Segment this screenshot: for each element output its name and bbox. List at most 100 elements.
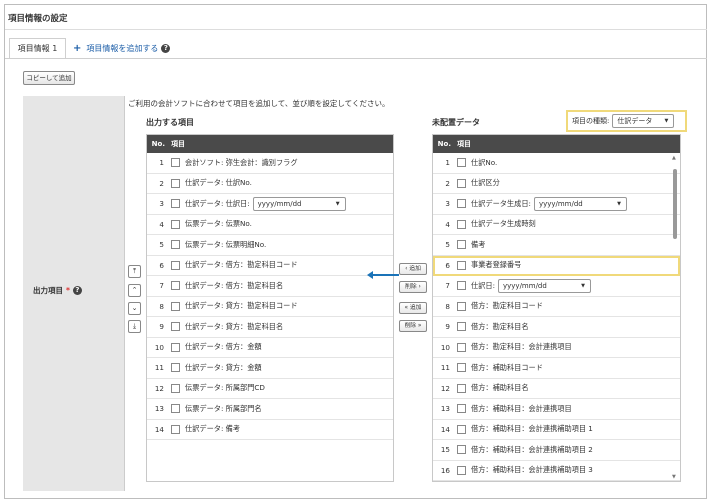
help-icon[interactable]: ? bbox=[72, 286, 82, 295]
tab-divider bbox=[5, 58, 707, 59]
move-down-button[interactable]: ⌄ bbox=[128, 302, 141, 315]
list-item[interactable]: 13 借方：補助科目：会計連携項目 bbox=[433, 399, 680, 420]
row-checkbox[interactable] bbox=[171, 424, 180, 434]
list-item[interactable]: 16 借方：補助科目：会計連携補助項目 3 bbox=[433, 461, 680, 481]
output-items-label: 出力項目 * ? bbox=[33, 285, 82, 296]
output-items-title: 出力する項目 bbox=[146, 118, 194, 127]
remove-all-button[interactable]: 削除 » bbox=[399, 320, 427, 332]
row-label: 借方：補助科目：会計連携補助項目 1 bbox=[471, 424, 593, 434]
list-item[interactable]: 7 仕訳日: yyyy/mm/dd ▼ bbox=[433, 276, 680, 297]
list-item[interactable]: 5 備考 bbox=[433, 235, 680, 256]
row-checkbox[interactable] bbox=[457, 260, 466, 270]
row-checkbox[interactable] bbox=[171, 178, 180, 188]
list-item[interactable]: 10 借方：勘定科目：会計連携項目 bbox=[433, 338, 680, 358]
date-format-select[interactable]: yyyy/mm/dd ▼ bbox=[533, 196, 627, 211]
row-checkbox[interactable] bbox=[171, 363, 180, 373]
row-checkbox[interactable] bbox=[457, 219, 466, 229]
row-checkbox[interactable] bbox=[171, 281, 180, 291]
move-to-bottom-button[interactable]: ⤓ bbox=[128, 320, 141, 333]
item-type-select[interactable]: 仕訳データ ▼ bbox=[612, 114, 675, 128]
list-item[interactable]: 1 仕訳No. bbox=[433, 153, 680, 174]
list-item[interactable]: 6 事業者登録番号 bbox=[433, 255, 680, 276]
row-number: 11 bbox=[154, 363, 164, 373]
remove-button[interactable]: 削除 › bbox=[399, 281, 427, 293]
row-checkbox[interactable] bbox=[171, 342, 180, 352]
row-checkbox[interactable] bbox=[171, 383, 180, 393]
copy-and-add-button[interactable]: コピーして追加 bbox=[23, 71, 75, 85]
help-icon[interactable]: ? bbox=[161, 44, 171, 53]
row-label: 伝票データ: 所属部門名 bbox=[185, 403, 262, 413]
list-item[interactable]: 9 仕訳データ: 貸方：勘定科目名 bbox=[147, 317, 393, 338]
row-number: 7 bbox=[445, 281, 450, 291]
add-button[interactable]: ‹ 追加 bbox=[399, 263, 427, 275]
row-checkbox[interactable] bbox=[457, 158, 466, 168]
unplaced-list-header: No. 項目 bbox=[433, 135, 680, 153]
row-checkbox[interactable] bbox=[171, 219, 180, 229]
row-checkbox[interactable] bbox=[171, 404, 180, 414]
row-checkbox[interactable] bbox=[457, 240, 466, 250]
add-item-info-tab[interactable]: + 項目情報を追加する ? bbox=[73, 43, 171, 54]
row-number: 9 bbox=[159, 322, 164, 332]
list-item[interactable]: 4 伝票データ: 伝票No. bbox=[147, 215, 393, 235]
list-item[interactable]: 6 仕訳データ: 借方：勘定科目コード bbox=[147, 256, 393, 276]
list-item[interactable]: 14 借方：補助科目：会計連携補助項目 1 bbox=[433, 420, 680, 440]
row-checkbox[interactable] bbox=[171, 199, 180, 209]
list-item[interactable]: 7 仕訳データ: 借方：勘定科目名 bbox=[147, 276, 393, 297]
row-checkbox[interactable] bbox=[457, 465, 466, 475]
row-checkbox[interactable] bbox=[457, 363, 466, 373]
list-item[interactable]: 3 仕訳データ: 仕訳日: yyyy/mm/dd ▼ bbox=[147, 194, 393, 215]
list-item[interactable]: 8 借方：勘定科目コード bbox=[433, 297, 680, 317]
row-number: 13 bbox=[154, 404, 164, 414]
row-label: 仕訳データ生成時刻 bbox=[471, 219, 536, 229]
row-label: 仕訳No. bbox=[471, 157, 498, 167]
row-checkbox[interactable] bbox=[171, 322, 180, 332]
row-label: 会計ソフト: 弥生会計：識別フラグ bbox=[185, 157, 298, 167]
row-number: 11 bbox=[440, 363, 450, 373]
row-checkbox[interactable] bbox=[457, 424, 466, 434]
row-checkbox[interactable] bbox=[171, 158, 180, 168]
row-checkbox[interactable] bbox=[457, 383, 466, 393]
row-checkbox[interactable] bbox=[171, 301, 180, 311]
row-checkbox[interactable] bbox=[457, 404, 466, 414]
list-item[interactable]: 12 借方：補助科目名 bbox=[433, 379, 680, 399]
list-item[interactable]: 11 仕訳データ: 貸方：金額 bbox=[147, 358, 393, 379]
list-item[interactable]: 14 仕訳データ: 備考 bbox=[147, 420, 393, 440]
row-checkbox[interactable] bbox=[457, 199, 466, 209]
row-label: 借方：補助科目：会計連携項目 bbox=[471, 403, 572, 413]
chevron-down-icon: ▼ bbox=[664, 118, 669, 124]
row-checkbox[interactable] bbox=[457, 281, 466, 291]
list-item[interactable]: 12 伝票データ: 所属部門CD bbox=[147, 379, 393, 399]
list-item[interactable]: 5 伝票データ: 伝票明細No. bbox=[147, 235, 393, 256]
row-checkbox[interactable] bbox=[457, 342, 466, 352]
move-up-button[interactable]: ⌃ bbox=[128, 284, 141, 297]
column-header-item: 項目 bbox=[171, 140, 185, 148]
row-checkbox[interactable] bbox=[457, 322, 466, 332]
list-item[interactable]: 2 仕訳データ: 仕訳No. bbox=[147, 174, 393, 194]
move-to-top-button[interactable]: ⤒ bbox=[128, 265, 141, 278]
unplaced-scrollbar[interactable]: ▲ ▼ bbox=[671, 155, 679, 480]
list-item[interactable]: 11 借方：補助科目コード bbox=[433, 358, 680, 379]
row-checkbox[interactable] bbox=[457, 445, 466, 455]
add-all-button[interactable]: « 追加 bbox=[399, 302, 427, 314]
list-item[interactable]: 13 伝票データ: 所属部門名 bbox=[147, 399, 393, 420]
date-format-select[interactable]: yyyy/mm/dd ▼ bbox=[498, 278, 591, 293]
list-item[interactable]: 9 借方：勘定科目名 bbox=[433, 317, 680, 338]
list-item[interactable]: 1 会計ソフト: 弥生会計：識別フラグ bbox=[147, 153, 393, 174]
row-checkbox[interactable] bbox=[171, 240, 180, 250]
row-checkbox[interactable] bbox=[457, 178, 466, 188]
row-number: 2 bbox=[445, 178, 450, 188]
list-item[interactable]: 10 仕訳データ: 借方：金額 bbox=[147, 338, 393, 358]
row-label: 借方：補助科目：会計連携補助項目 3 bbox=[471, 465, 593, 475]
list-item[interactable]: 4 仕訳データ生成時刻 bbox=[433, 215, 680, 235]
date-format-select[interactable]: yyyy/mm/dd ▼ bbox=[252, 196, 346, 211]
list-item[interactable]: 2 仕訳区分 bbox=[433, 174, 680, 194]
tab-item-info-1[interactable]: 項目情報 1 bbox=[9, 38, 66, 58]
scroll-up-icon[interactable]: ▲ bbox=[672, 155, 676, 161]
scroll-down-icon[interactable]: ▼ bbox=[672, 474, 676, 480]
row-checkbox[interactable] bbox=[457, 301, 466, 311]
scrollbar-thumb[interactable] bbox=[673, 169, 677, 239]
row-checkbox[interactable] bbox=[171, 260, 180, 270]
list-item[interactable]: 3 仕訳データ生成日: yyyy/mm/dd ▼ bbox=[433, 194, 680, 215]
list-item[interactable]: 15 借方：補助科目：会計連携補助項目 2 bbox=[433, 440, 680, 461]
list-item[interactable]: 8 仕訳データ: 貸方：勘定科目コード bbox=[147, 297, 393, 317]
